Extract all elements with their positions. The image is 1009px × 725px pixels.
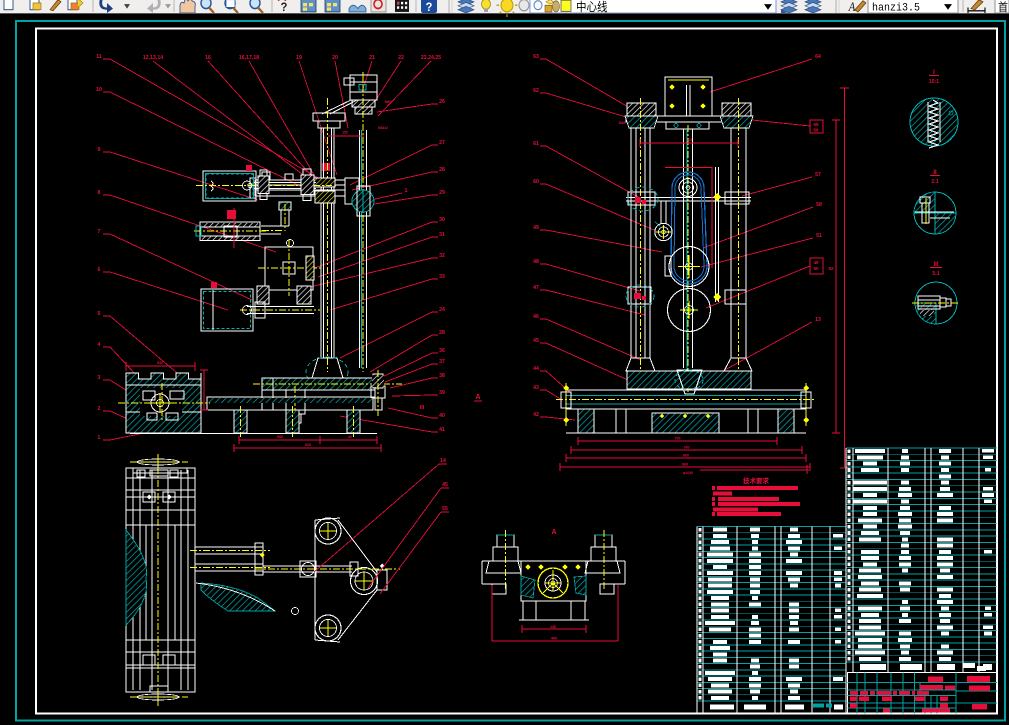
svg-text:?: ? [281,0,288,14]
svg-text:?: ? [426,0,433,14]
svg-text:III: III [420,405,425,411]
svg-text:36: 36 [439,348,445,354]
svg-text:580: 580 [277,435,283,439]
svg-text:400: 400 [551,637,557,641]
svg-text:28: 28 [439,167,445,173]
svg-text:A: A [551,529,556,536]
svg-text:42: 42 [533,412,539,418]
svg-text:hanzi3.5: hanzi3.5 [872,2,920,15]
svg-text:12,13,14: 12,13,14 [143,55,163,61]
svg-text:64: 64 [815,54,821,60]
svg-text:800: 800 [683,454,689,458]
svg-text:540: 540 [157,361,163,365]
svg-text:2:1: 2:1 [931,179,938,185]
svg-text:51: 51 [816,233,822,239]
svg-text:7: 7 [98,229,101,235]
svg-text:中心线: 中心线 [576,0,607,14]
svg-text:23,24,25: 23,24,25 [421,55,441,61]
svg-text:37: 37 [439,359,445,365]
svg-text:38: 38 [439,373,445,379]
svg-text:700: 700 [675,437,681,441]
svg-text:M34x2: M34x2 [378,126,388,130]
svg-text:860: 860 [682,463,688,467]
svg-text:140: 140 [550,625,556,629]
svg-text:55: 55 [442,506,448,512]
svg-text:5:1: 5:1 [932,271,939,277]
svg-text:28: 28 [439,330,445,336]
svg-text:44: 44 [533,366,539,372]
svg-text:26: 26 [439,99,445,105]
svg-text:24: 24 [439,307,445,313]
svg-text:40: 40 [439,413,445,419]
svg-text:9: 9 [98,147,101,153]
svg-text:33: 33 [439,274,445,280]
svg-text:首: 首 [998,0,1008,14]
svg-text:32: 32 [439,253,445,259]
svg-text:A: A [848,0,856,14]
svg-text:19: 19 [296,55,302,61]
svg-text:14: 14 [440,458,446,464]
svg-text:10: 10 [96,87,102,93]
svg-text:45: 45 [442,482,448,488]
svg-text:3: 3 [98,375,101,381]
svg-text:20: 20 [332,55,338,61]
svg-text:6: 6 [98,267,101,273]
svg-text:A: A [475,394,480,401]
svg-text:52: 52 [828,266,834,271]
svg-text:60: 60 [533,179,539,185]
svg-text:1: 1 [98,435,101,441]
svg-text:10:1: 10:1 [929,79,939,85]
svg-text:M45: M45 [619,121,626,125]
svg-text:47: 47 [533,285,539,291]
svg-text:21: 21 [369,55,375,61]
svg-text:150: 150 [342,131,348,135]
svg-text:41: 41 [439,427,445,433]
svg-text:φ1040: φ1040 [683,471,693,475]
svg-text:40: 40 [348,435,352,439]
svg-text:55: 55 [813,122,819,127]
svg-text:4: 4 [98,342,101,348]
svg-text:50: 50 [813,266,819,271]
svg-text:22: 22 [398,55,404,61]
svg-text:63: 63 [533,54,539,60]
svg-text:8: 8 [98,190,101,196]
svg-text:62: 62 [533,88,539,94]
svg-text:48: 48 [533,259,539,265]
svg-text:57: 57 [815,172,821,178]
svg-text:45: 45 [533,338,539,344]
svg-text:30: 30 [439,217,445,223]
svg-text:56: 56 [813,128,819,133]
svg-text:58: 58 [816,202,822,208]
svg-text:29: 29 [439,190,445,196]
svg-text:46: 46 [533,314,539,320]
svg-text:61: 61 [533,141,539,147]
svg-text:43: 43 [533,385,539,391]
svg-text:1: 1 [404,188,407,194]
svg-text:13: 13 [815,317,821,323]
svg-text:31: 31 [439,232,445,238]
svg-text:2: 2 [98,406,101,412]
svg-text:M60: M60 [385,100,392,104]
svg-text:39: 39 [439,390,445,396]
svg-text:技术要求: 技术要求 [743,476,770,485]
svg-text:16,17,18: 16,17,18 [239,55,259,61]
svg-text:5: 5 [98,311,101,317]
svg-text:16: 16 [205,55,211,61]
svg-text:11: 11 [96,54,102,60]
svg-text:49: 49 [813,260,819,265]
svg-text:620: 620 [305,443,311,447]
svg-text:460: 460 [686,138,692,142]
svg-text:760: 760 [684,446,690,450]
svg-text:27: 27 [439,140,445,146]
svg-text:49: 49 [533,225,539,231]
